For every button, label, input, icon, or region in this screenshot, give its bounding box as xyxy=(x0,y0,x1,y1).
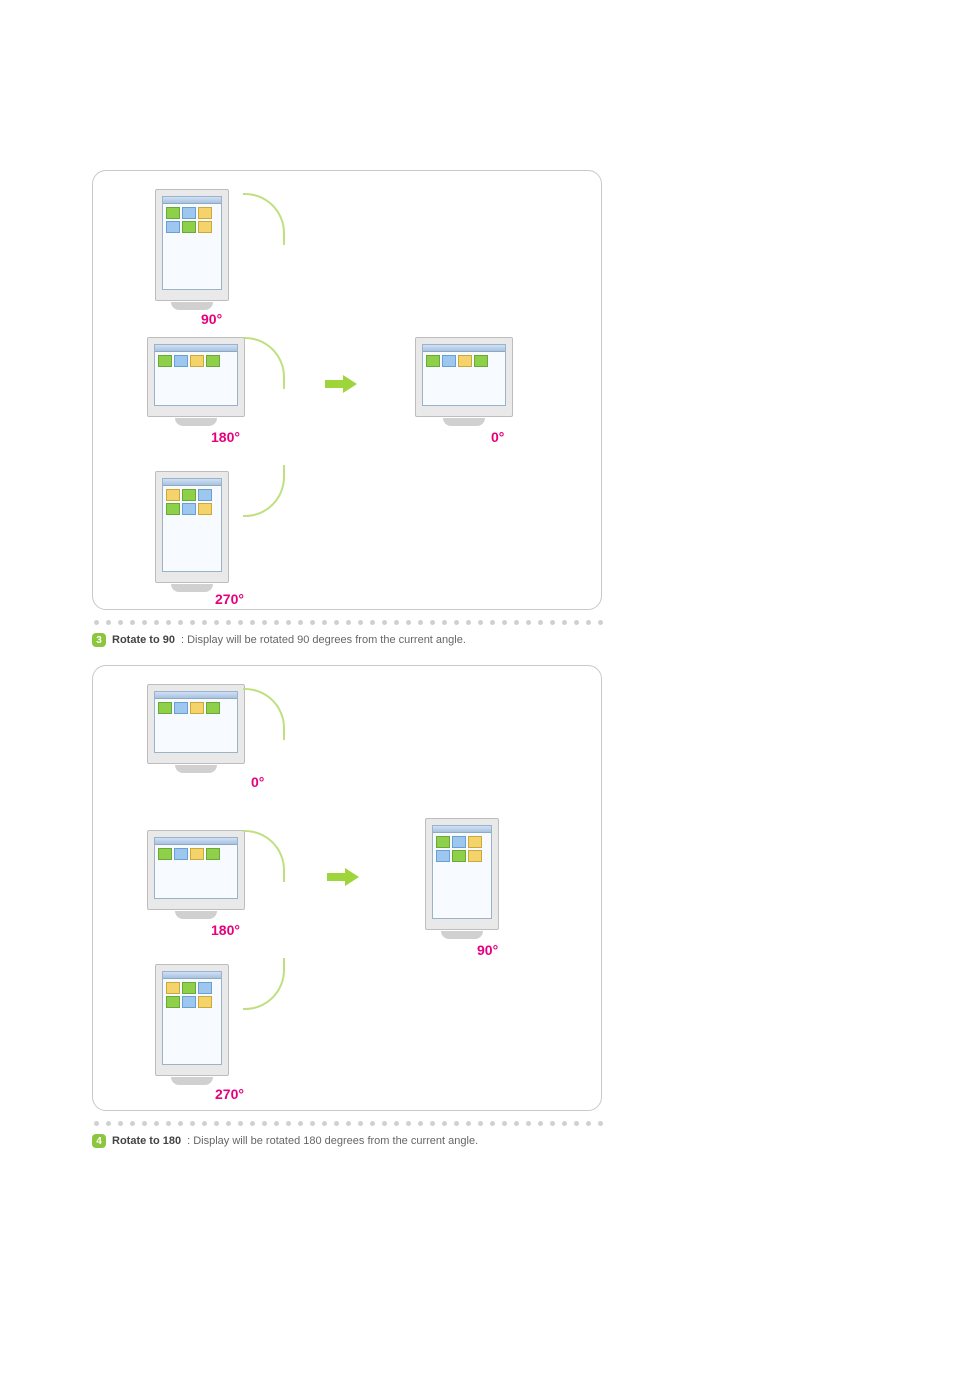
dotted-separator xyxy=(92,620,604,625)
step-number-badge-4: 4 xyxy=(92,1134,106,1148)
step-number-badge-3: 3 xyxy=(92,633,106,647)
monitor-270deg xyxy=(155,964,229,1076)
arc-icon xyxy=(243,193,285,245)
angle-label-180: 180° xyxy=(211,922,240,938)
monitor-0deg-result xyxy=(415,337,513,417)
step-4-desc: : Display will be rotated 180 degrees fr… xyxy=(187,1135,478,1147)
angle-label-0: 0° xyxy=(251,774,264,790)
angle-label-90: 90° xyxy=(201,311,222,327)
monitor-0deg xyxy=(147,684,245,764)
step-3-title: Rotate to 90 xyxy=(112,634,175,646)
diagram-rotate-loop-to-0: 90° 180° 270° 0° xyxy=(92,170,602,610)
arc-icon xyxy=(243,465,285,517)
monitor-90deg xyxy=(155,189,229,301)
angle-label-270: 270° xyxy=(215,591,244,607)
diagram-rotate-loop-to-90: 0° 180° 270° 90° xyxy=(92,665,602,1111)
monitor-90deg-result xyxy=(425,818,499,930)
angle-label-0: 0° xyxy=(491,429,504,445)
arc-icon xyxy=(243,830,285,882)
step-4-line: 4 Rotate to 180 : Display will be rotate… xyxy=(92,1134,602,1148)
arc-icon xyxy=(243,688,285,740)
monitor-270deg xyxy=(155,471,229,583)
angle-label-270: 270° xyxy=(215,1086,244,1102)
section-rotate-90: 90° 180° 270° 0° 3 Rotate to 90 : Displa… xyxy=(92,170,602,647)
step-3-desc: : Display will be rotated 90 degrees fro… xyxy=(181,634,466,646)
section-rotate-180: 0° 180° 270° 90° 4 Rotate to 180 : Displ… xyxy=(92,665,602,1148)
arrow-right-icon xyxy=(325,375,359,393)
arrow-right-icon xyxy=(327,868,361,886)
page: 90° 180° 270° 0° 3 Rotate to 90 : Displa… xyxy=(0,0,954,1386)
arc-icon xyxy=(243,337,285,389)
monitor-180deg xyxy=(147,337,245,417)
angle-label-90: 90° xyxy=(477,942,498,958)
arc-icon xyxy=(243,958,285,1010)
monitor-180deg xyxy=(147,830,245,910)
angle-label-180: 180° xyxy=(211,429,240,445)
step-4-title: Rotate to 180 xyxy=(112,1135,181,1147)
step-3-line: 3 Rotate to 90 : Display will be rotated… xyxy=(92,633,602,647)
dotted-separator xyxy=(92,1121,604,1126)
